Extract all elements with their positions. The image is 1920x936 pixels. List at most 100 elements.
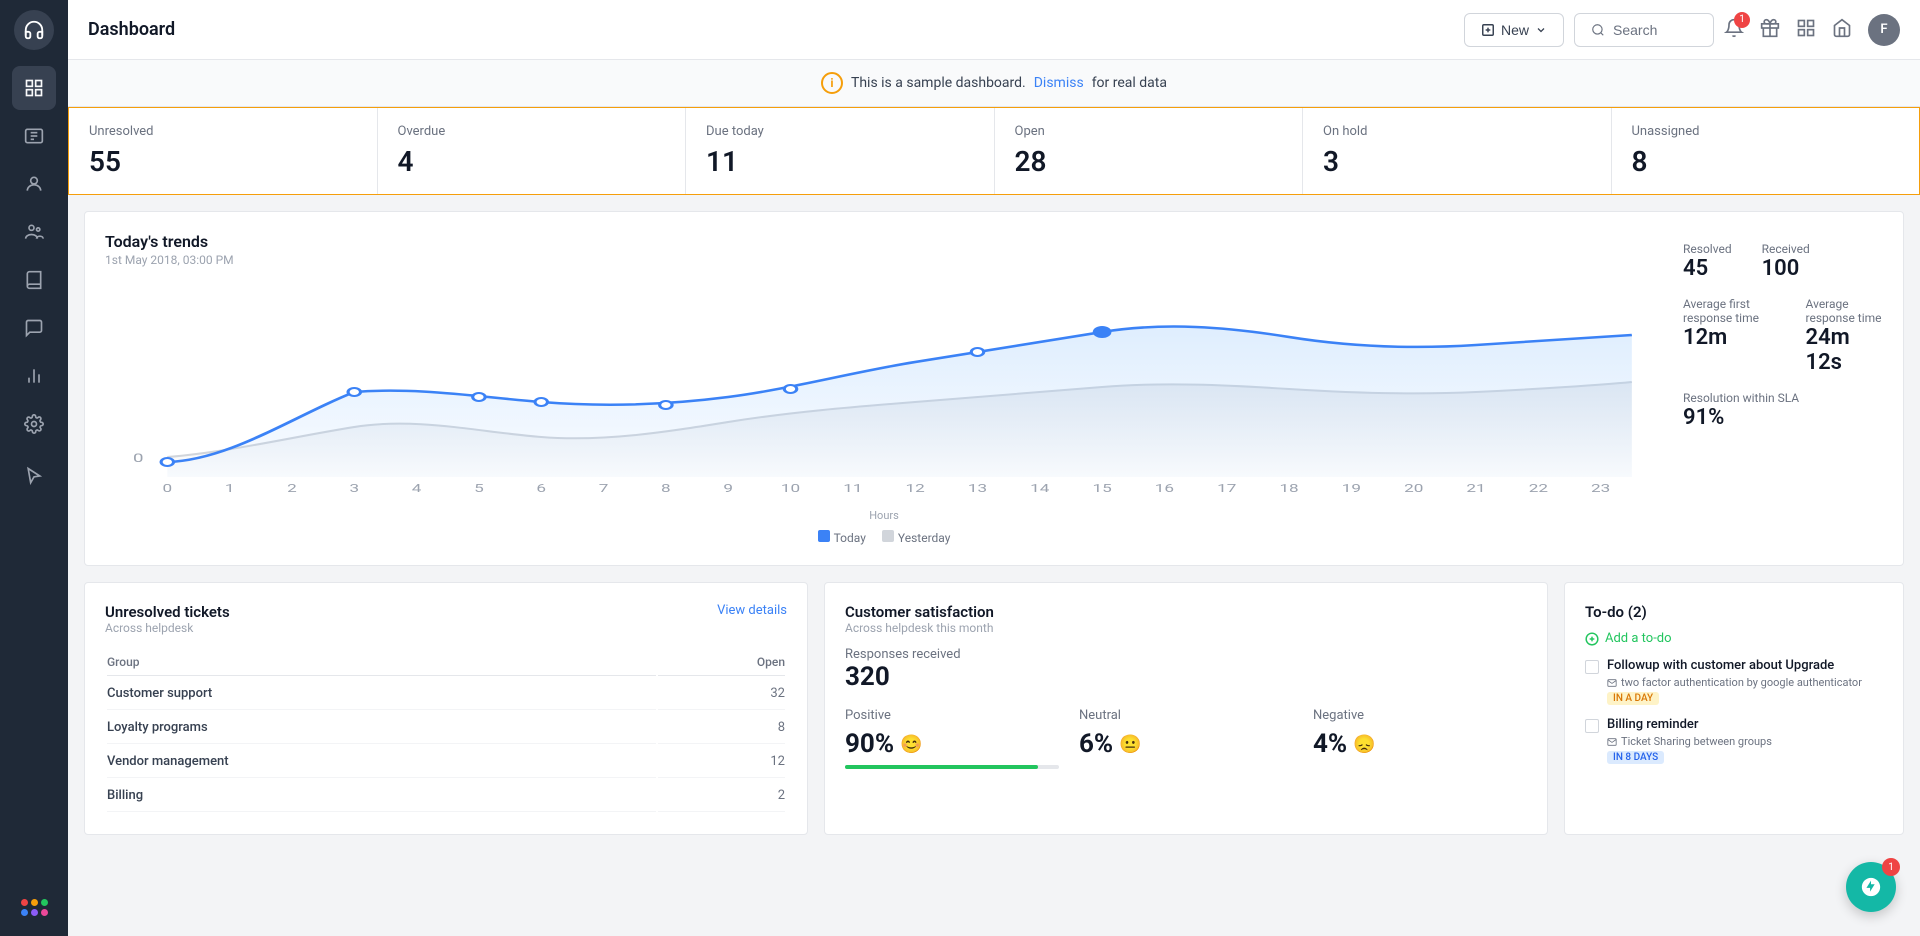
chevron-down-icon [1535,24,1547,36]
sidebar-item-knowledge[interactable] [12,258,56,302]
svg-text:23: 23 [1591,482,1610,495]
topbar-icons: 1 [1724,14,1900,46]
stat-overdue[interactable]: Overdue 4 [378,108,687,194]
svg-text:11: 11 [843,482,862,495]
sidebar [0,0,68,936]
todo-checkbox[interactable] [1585,719,1599,733]
store-icon[interactable] [1832,18,1852,42]
sat-neutral: Neutral 6% 😐 [1079,708,1293,769]
sidebar-item-dashboard[interactable] [12,66,56,110]
trends-title: Today's trends [105,232,1663,251]
svg-text:21: 21 [1466,482,1485,495]
stat-due-today[interactable]: Due today 11 [686,108,995,194]
sidebar-item-contacts[interactable] [12,162,56,206]
view-details-link[interactable]: View details [717,603,787,618]
today-legend-dot [818,530,830,542]
svg-text:22: 22 [1529,482,1548,495]
todo-items: Followup with customer about Upgrade two… [1585,658,1883,764]
user-avatar[interactable]: F [1868,14,1900,46]
todo-header: To-do (2) [1585,603,1883,621]
table-row[interactable]: Billing2 [107,780,785,812]
tickets-title: Unresolved tickets [105,603,230,621]
sidebar-logo[interactable] [14,10,54,50]
svg-text:10: 10 [781,482,800,495]
x-axis-label: Hours [105,509,1663,522]
sat-positive: Positive 90% 😊 [845,708,1059,769]
table-row[interactable]: Loyalty programs8 [107,712,785,744]
todo-title: To-do (2) [1585,603,1647,621]
sidebar-item-tickets[interactable] [12,114,56,158]
svg-text:2: 2 [287,482,297,495]
email-icon [1607,678,1617,688]
svg-text:1: 1 [225,482,235,495]
metric-avg-first-response: Average first response time 12m [1683,297,1776,375]
list-item[interactable]: Billing reminder Ticket Sharing between … [1585,717,1883,764]
metric-received: Received 100 [1762,242,1810,281]
chat-icon [1860,876,1882,898]
table-row[interactable]: Vendor management12 [107,746,785,778]
floating-chat-button[interactable]: 1 [1846,862,1896,912]
svg-text:8: 8 [661,482,671,495]
col-group-header: Group [107,649,656,676]
chart-container: 0 [105,277,1663,507]
gift-icon[interactable] [1760,18,1780,42]
svg-text:3: 3 [349,482,359,495]
svg-text:5: 5 [474,482,484,495]
add-icon [1585,632,1599,646]
svg-text:14: 14 [1030,482,1049,495]
sidebar-item-groups[interactable] [12,210,56,254]
notification-badge: 1 [1734,12,1750,28]
sidebar-item-conversations[interactable] [12,306,56,350]
bottom-row: Unresolved tickets Across helpdesk View … [84,582,1904,835]
metric-resolved: Resolved 45 [1683,242,1732,281]
sample-banner: i This is a sample dashboard. Dismiss fo… [68,60,1920,107]
tickets-card-header: Unresolved tickets Across helpdesk View … [105,603,787,635]
floating-badge: 1 [1882,858,1900,876]
neutral-emoji: 😐 [1119,734,1141,755]
sat-responses: Responses received 320 [845,647,1527,692]
svg-text:19: 19 [1342,482,1361,495]
stat-unassigned[interactable]: Unassigned 8 [1612,108,1920,194]
svg-text:9: 9 [723,482,733,495]
metric-avg-response: Average response time 24m 12s [1806,297,1883,375]
new-button[interactable]: New [1464,13,1564,47]
dismiss-link[interactable]: Dismiss [1034,75,1084,91]
info-icon: i [821,72,843,94]
svg-text:17: 17 [1217,482,1236,495]
sidebar-item-cursor [12,454,56,498]
stats-row: Unresolved 55 Overdue 4 Due today 11 Ope… [68,107,1920,195]
svg-text:0: 0 [133,451,144,466]
stat-unresolved[interactable]: Unresolved 55 [69,108,378,194]
sat-title: Customer satisfaction [845,603,994,621]
tickets-subtitle: Across helpdesk [105,621,230,635]
main-area: Dashboard New Search [68,0,1920,936]
stat-on-hold[interactable]: On hold 3 [1303,108,1612,194]
sidebar-item-reports[interactable] [12,354,56,398]
content-area: i This is a sample dashboard. Dismiss fo… [68,60,1920,936]
customer-satisfaction-card: Customer satisfaction Across helpdesk th… [824,582,1548,835]
tickets-table: Group Open Customer support32Loyalty pro… [105,647,787,814]
email-icon [1607,737,1617,747]
svg-text:4: 4 [412,482,422,495]
search-button[interactable]: Search [1574,13,1714,47]
svg-text:20: 20 [1404,482,1423,495]
search-icon [1591,23,1605,37]
trends-chart: 0 [105,277,1663,497]
sidebar-item-settings[interactable] [12,402,56,446]
trends-date: 1st May 2018, 03:00 PM [105,253,1663,267]
grid-icon[interactable] [1796,18,1816,42]
add-todo-button[interactable]: Add a to-do [1585,631,1883,646]
metric-sla: Resolution within SLA 91% [1683,391,1883,430]
table-row[interactable]: Customer support32 [107,678,785,710]
col-open-header: Open [658,649,785,676]
todo-checkbox[interactable] [1585,660,1599,674]
negative-emoji: 😞 [1353,734,1375,755]
topbar: Dashboard New Search [68,0,1920,60]
list-item[interactable]: Followup with customer about Upgrade two… [1585,658,1883,705]
dashboard-grid: Today's trends 1st May 2018, 03:00 PM [68,195,1920,851]
unresolved-tickets-card: Unresolved tickets Across helpdesk View … [84,582,808,835]
svg-text:13: 13 [968,482,987,495]
yesterday-legend-dot [882,530,894,542]
stat-open[interactable]: Open 28 [995,108,1304,194]
notifications-icon[interactable]: 1 [1724,18,1744,42]
